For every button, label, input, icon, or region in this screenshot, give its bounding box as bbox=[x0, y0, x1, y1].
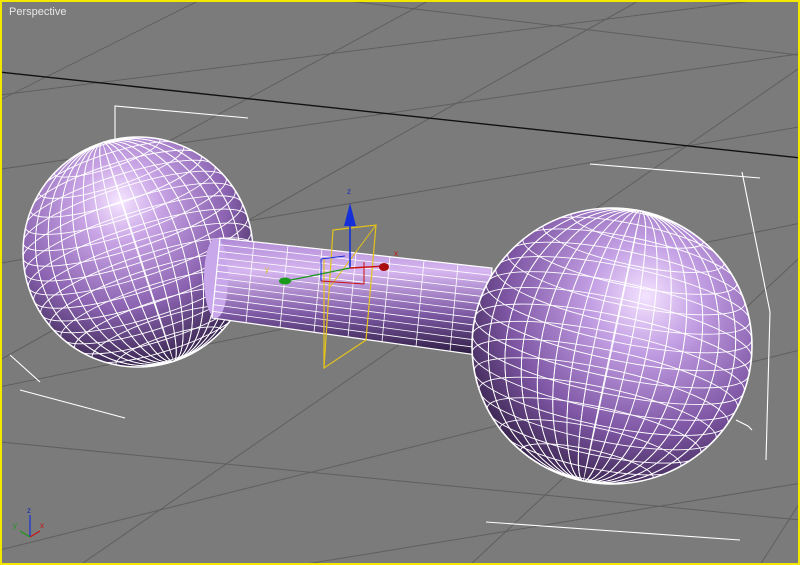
tripod-y-label: y bbox=[13, 521, 17, 530]
perspective-viewport[interactable]: z x y z x y Perspective bbox=[0, 0, 800, 565]
tripod-x-label: x bbox=[40, 521, 44, 530]
gizmo-z-label: z bbox=[347, 187, 351, 196]
handle-cylinder[interactable] bbox=[204, 237, 493, 357]
viewport-scene[interactable]: z x y z x y bbox=[0, 0, 800, 565]
right-sphere[interactable] bbox=[446, 182, 778, 510]
tripod-z-label: z bbox=[27, 506, 31, 515]
world-axis-tripod: z x y bbox=[13, 506, 44, 538]
gizmo-y-label: y bbox=[265, 265, 269, 274]
viewport-label[interactable]: Perspective bbox=[9, 6, 66, 18]
gizmo-x-label: x bbox=[394, 249, 398, 258]
